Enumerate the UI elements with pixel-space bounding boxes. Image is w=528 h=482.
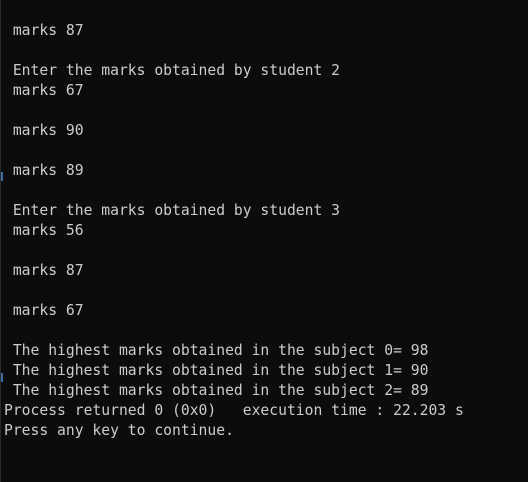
continue-prompt-line: Press any key to continue.	[4, 422, 234, 439]
process-status-line: Process returned 0 (0x0) execution time …	[4, 402, 464, 419]
console-line: marks 67	[4, 82, 84, 99]
console-line: The highest marks obtained in the subjec…	[4, 382, 429, 399]
console-line: The highest marks obtained in the subjec…	[4, 342, 429, 359]
scroll-edge-marker	[1, 172, 3, 181]
scroll-edge-marker	[1, 373, 3, 382]
console-line: marks 56	[4, 222, 84, 239]
console-line: Enter the marks obtained by student 2	[4, 62, 341, 79]
console-line: marks 67	[4, 302, 84, 319]
console-line: The highest marks obtained in the subjec…	[4, 362, 429, 379]
console-window[interactable]: marks 87 Enter the marks obtained by stu…	[0, 0, 528, 482]
console-line: marks 87	[4, 262, 84, 279]
console-output: marks 87 Enter the marks obtained by stu…	[4, 21, 464, 441]
console-line: marks 90	[4, 122, 84, 139]
console-line: marks 89	[4, 162, 84, 179]
console-line: marks 87	[4, 22, 84, 39]
console-line: Enter the marks obtained by student 3	[4, 202, 341, 219]
